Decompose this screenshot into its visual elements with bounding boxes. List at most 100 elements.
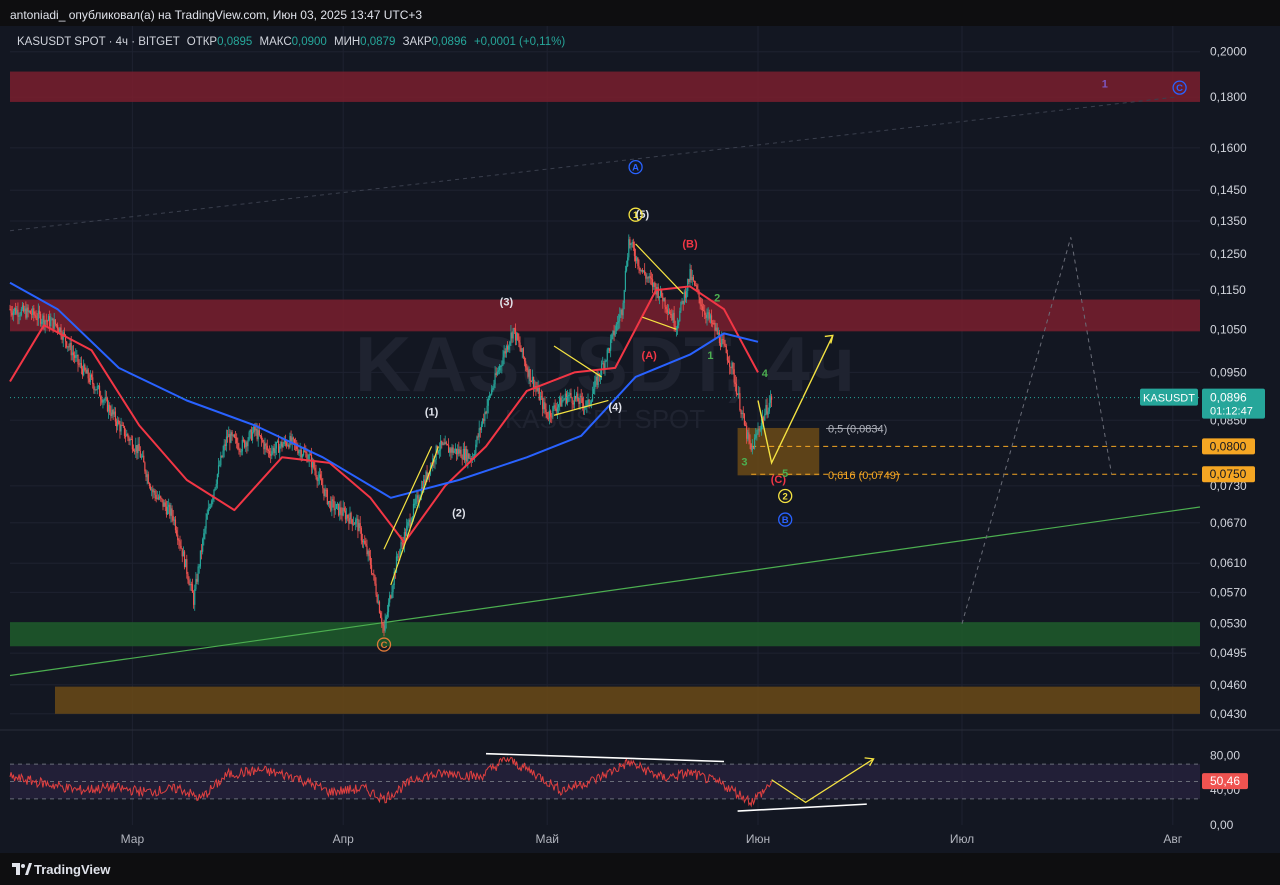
candle-body [268, 450, 271, 454]
y-axis-label-12: 0,0610 [1210, 556, 1247, 570]
candle-body [701, 306, 704, 311]
candle-body [13, 308, 16, 312]
candle-body [644, 270, 646, 275]
candle-body [424, 479, 426, 484]
candle-body [522, 348, 524, 358]
candle-body [615, 323, 617, 331]
candle-body [193, 592, 195, 605]
candle-body [681, 301, 683, 303]
wave-label: 4 [762, 368, 769, 380]
candle-body [444, 442, 446, 445]
publish-header-text: antoniadi_ опубликовал(а) на TradingView… [10, 8, 423, 22]
candle-body [679, 310, 681, 322]
candle-body [32, 308, 34, 315]
candle-body [370, 564, 373, 574]
candle-body [41, 321, 43, 324]
candle-body [231, 432, 233, 436]
candle-body [530, 381, 532, 383]
candle-body [341, 513, 343, 516]
candle-body [548, 410, 551, 419]
candle-body [128, 437, 130, 441]
candle-body [496, 371, 498, 376]
legend-high: 0,0900 [291, 36, 327, 48]
candle-body [673, 312, 675, 327]
candle-body [323, 488, 325, 496]
candle-body [330, 501, 332, 511]
candle-body [629, 239, 631, 246]
candle-body [94, 389, 96, 391]
y-axis-label-3: 0,1450 [1210, 183, 1247, 197]
candle-body [145, 471, 147, 478]
candle-body [442, 443, 444, 445]
candle-body [257, 430, 259, 440]
candle-body [606, 349, 608, 361]
candle-body [85, 370, 87, 374]
candle-body [375, 583, 377, 595]
candle-body [625, 266, 628, 271]
candle-body [364, 540, 366, 544]
candle-body [183, 551, 186, 568]
last-price-countdown: 01:12:47 [1210, 406, 1253, 418]
candle-body [233, 434, 235, 438]
candle-body [390, 595, 392, 598]
candle-body [346, 514, 348, 520]
candle-body [314, 467, 316, 471]
candle-body [616, 322, 619, 324]
candle-body [486, 405, 488, 414]
candle-body [245, 442, 247, 448]
candle-body [771, 396, 773, 400]
y-axis-label-16: 0,0460 [1210, 678, 1247, 692]
chart-area[interactable]: Мар Апр Май Июн Июл Авг KASUSDT, 4ч KASUSDT SPO… [0, 26, 1280, 853]
watermark-sub: KASUSDT SPOT [505, 404, 705, 434]
candle-body [287, 444, 289, 446]
candle-body [563, 399, 565, 401]
candle-body [560, 397, 562, 407]
candle-body [734, 382, 736, 384]
candle-body [18, 315, 20, 317]
candle-body [489, 394, 492, 396]
candle-body [691, 276, 693, 280]
candle-body [707, 312, 709, 315]
candle-body [710, 315, 713, 323]
y-axis-label-4: 0,1350 [1210, 214, 1247, 228]
candle-body [546, 412, 548, 419]
candle-body [689, 269, 691, 283]
candle-body [749, 440, 751, 444]
candle-body [59, 327, 61, 332]
candle-body [118, 420, 120, 424]
candle-body [117, 420, 119, 427]
candle-body [189, 584, 191, 586]
candle-body [202, 539, 204, 552]
candle-body [66, 341, 68, 348]
candle-body [181, 548, 183, 557]
candle-body [717, 332, 719, 335]
candle-body [730, 366, 732, 368]
candle-body [106, 398, 109, 412]
candle-body [398, 556, 400, 558]
candle-body [454, 448, 456, 451]
candle-body [136, 445, 138, 454]
candle-body [147, 474, 149, 484]
candle-body [671, 314, 673, 321]
candle-body [339, 507, 341, 516]
candle-body [729, 362, 731, 367]
candle-body [649, 276, 651, 279]
candle-body [738, 393, 740, 395]
zone-support [10, 622, 1200, 647]
candle-body [98, 385, 101, 397]
candle-body [468, 453, 470, 459]
candle-body [86, 369, 88, 374]
candle-body [452, 447, 454, 453]
candle-body [88, 378, 90, 382]
candle-body [368, 550, 370, 557]
candle-body [445, 442, 447, 445]
price-chart-svg[interactable]: Мар Апр Май Июн Июл АвгKASUSDT, 4чKASUSDT SPO… [0, 26, 1280, 853]
candle-body [488, 395, 490, 398]
candle-body [374, 575, 376, 584]
candle-body [538, 387, 540, 401]
candle-body [712, 322, 714, 324]
candle-body [492, 387, 494, 390]
ohlc-legend: KASUSDT SPOT · 4ч · BITGET ОТКР0,0895 МА… [17, 36, 565, 48]
candle-body [514, 328, 517, 341]
circle-wave-label: C [381, 640, 388, 651]
